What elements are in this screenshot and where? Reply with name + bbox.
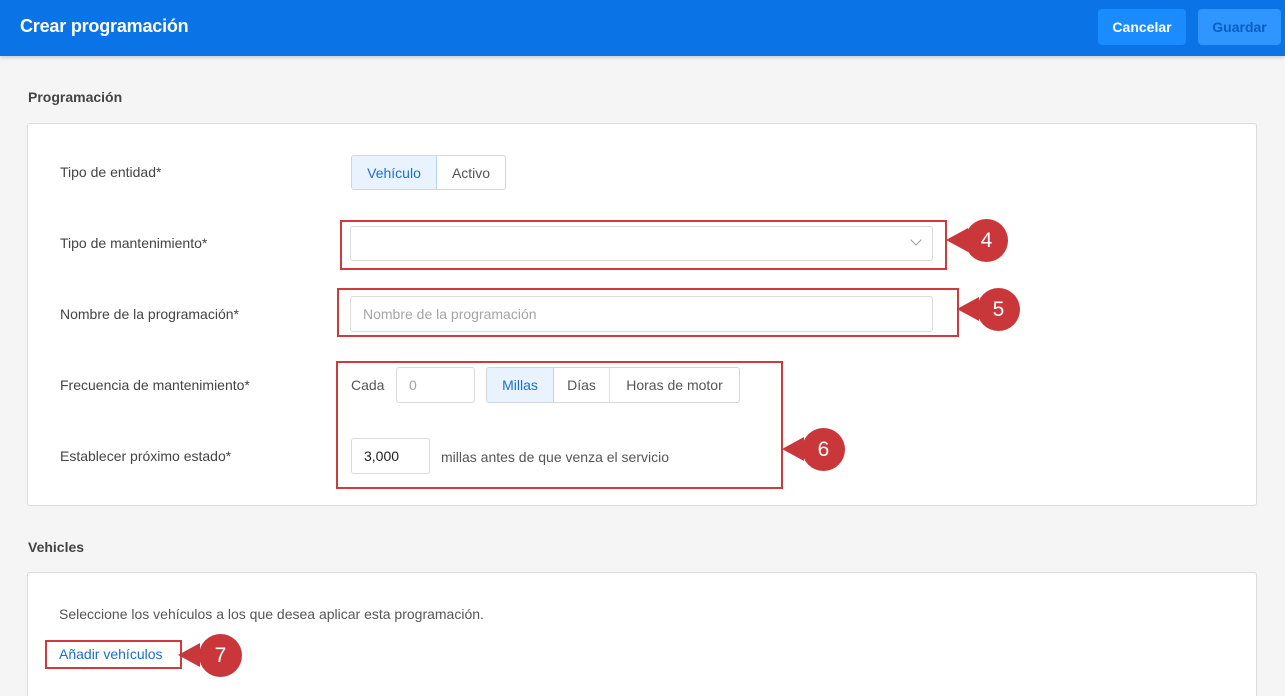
cancel-button[interactable]: Cancelar — [1098, 9, 1186, 45]
highlight-box-4 — [340, 220, 947, 270]
save-button[interactable]: Guardar — [1198, 9, 1281, 45]
vehicles-description: Seleccione los vehículos a los que desea… — [59, 606, 484, 622]
highlight-box-6 — [336, 361, 783, 489]
top-bar: Crear programación Cancelar Guardar — [0, 0, 1285, 56]
page-title: Crear programación — [20, 16, 189, 36]
callout-number: 4 — [965, 219, 1008, 262]
callout-number: 5 — [977, 288, 1020, 331]
callout-number: 6 — [802, 428, 845, 471]
maintenance-type-label: Tipo de mantenimiento* — [60, 235, 208, 251]
entity-type-toggle: Vehículo Activo — [351, 155, 506, 190]
highlight-box-5 — [337, 288, 959, 337]
callout-pointer — [178, 643, 200, 667]
callout-pointer — [782, 437, 804, 461]
schedule-name-label: Nombre de la programación* — [60, 306, 239, 322]
highlight-box-7 — [45, 640, 182, 669]
schedule-section-title: Programación — [28, 89, 123, 105]
entity-type-option-vehicle[interactable]: Vehículo — [352, 156, 437, 189]
callout-number: 7 — [199, 634, 242, 677]
next-state-label: Establecer próximo estado* — [60, 448, 232, 464]
callout-5: 5 — [957, 288, 1020, 331]
entity-type-label: Tipo de entidad* — [60, 164, 162, 180]
vehicles-section-title: Vehicles — [28, 539, 85, 555]
callout-6: 6 — [782, 428, 845, 471]
callout-7: 7 — [178, 634, 242, 677]
entity-type-option-asset[interactable]: Activo — [437, 156, 505, 189]
callout-pointer — [957, 297, 979, 321]
frequency-label: Frecuencia de mantenimiento* — [60, 377, 250, 393]
callout-4: 4 — [946, 219, 1008, 262]
